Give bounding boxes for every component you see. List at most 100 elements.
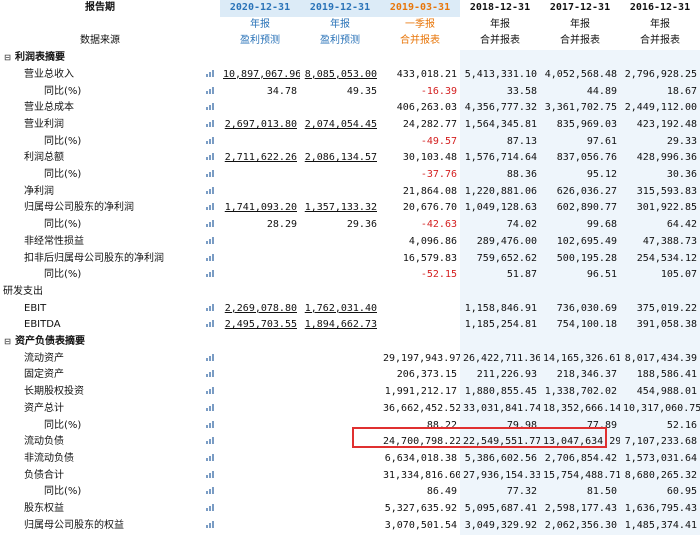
cell-value: 33,031,841.74 — [463, 402, 540, 414]
icon-cell — [200, 134, 220, 151]
row-label: 归属母公司股东的权益 — [24, 519, 124, 531]
cell-value: 315,593.83 — [636, 185, 697, 197]
value-cell — [300, 50, 380, 67]
mini-chart-icon[interactable] — [205, 202, 215, 211]
column-date-2[interactable]: 2019-03-31 — [380, 0, 460, 17]
cell-value: 2,495,703.55 — [224, 319, 297, 331]
column-date-0[interactable]: 2020-12-31 — [220, 0, 300, 17]
cell-value: 754,100.18 — [556, 319, 617, 331]
mini-chart-icon[interactable] — [205, 119, 215, 127]
cell-value: -42.63 — [420, 219, 457, 231]
row-label: 利润表摘要 — [15, 52, 65, 64]
column-period-3: 年报 — [490, 18, 510, 30]
value-cell — [220, 167, 300, 184]
mini-chart-icon[interactable] — [205, 136, 215, 144]
value-cell: -16.39 — [380, 83, 460, 101]
value-cell — [220, 100, 300, 117]
value-cell — [220, 334, 300, 351]
value-cell: 28.29 — [220, 217, 300, 234]
value-cell: 5,386,602.56 — [460, 450, 540, 468]
value-cell — [220, 384, 300, 401]
value-cell: 30.36 — [620, 167, 700, 184]
value-cell: 44.89 — [540, 83, 620, 101]
mini-chart-icon[interactable] — [205, 269, 215, 278]
mini-chart-icon[interactable] — [205, 520, 215, 528]
mini-chart-icon[interactable] — [205, 169, 215, 178]
mini-chart-icon[interactable] — [205, 486, 215, 495]
cell-value: 33.58 — [506, 85, 537, 97]
cell-value: 44.89 — [586, 85, 617, 97]
mini-chart-icon[interactable] — [205, 219, 215, 228]
value-cell — [220, 434, 300, 451]
cell-value: 835,969.03 — [556, 118, 617, 130]
cell-value: 88.36 — [506, 169, 537, 181]
value-cell: 26,422,711.36 — [460, 350, 540, 368]
table-row: 营业总成本 406,263.03 4,356,777.32 3,361,702.75 2… — [0, 100, 700, 117]
value-cell: 86.49 — [380, 484, 460, 502]
mini-chart-icon[interactable] — [205, 470, 215, 478]
value-cell: 77.89 — [540, 417, 620, 435]
table-row: 净利润 21,864.08 1,220,881.06 626,036.27 315,59… — [0, 183, 700, 201]
value-cell: 1,573,031.64 — [620, 450, 700, 468]
cell-value: -52.15 — [420, 269, 457, 281]
mini-chart-icon[interactable] — [205, 353, 215, 361]
cell-value: 81.50 — [586, 486, 617, 498]
cell-value: 626,036.27 — [556, 185, 617, 197]
mini-chart-icon[interactable] — [205, 236, 215, 244]
cell-value: 3,361,702.75 — [544, 102, 617, 114]
value-cell: 1,220,881.06 — [460, 183, 540, 201]
column-date-5[interactable]: 2016-12-31 — [620, 0, 700, 17]
mini-chart-icon[interactable] — [205, 69, 215, 77]
column-date-3[interactable]: 2018-12-31 — [460, 0, 540, 17]
row-label: 负债合计 — [24, 469, 64, 481]
cell-value: 7,107,233.68 — [624, 436, 697, 448]
row-label: 资产负债表摘要 — [15, 336, 85, 348]
cell-value: 1,573,031.64 — [624, 452, 697, 464]
collapse-toggle-icon[interactable]: ⊟ — [3, 50, 12, 67]
value-cell: 1,338,702.02 — [540, 384, 620, 401]
column-date-1[interactable]: 2019-12-31 — [300, 0, 380, 17]
value-cell: 15,754,488.71 — [540, 467, 620, 485]
collapse-toggle-icon[interactable]: ⊟ — [3, 334, 12, 351]
icon-col-spacer — [200, 17, 220, 34]
mini-chart-icon[interactable] — [205, 253, 215, 261]
column-source-0: 盈利预测 — [240, 35, 280, 47]
mini-chart-icon[interactable] — [205, 186, 215, 194]
value-cell: 99.68 — [540, 217, 620, 234]
mini-chart-icon[interactable] — [205, 319, 215, 328]
mini-chart-icon[interactable] — [205, 303, 215, 311]
value-cell: 289,476.00 — [460, 233, 540, 251]
value-cell: 96.51 — [540, 267, 620, 284]
value-cell: 315,593.83 — [620, 183, 700, 201]
value-cell — [300, 183, 380, 201]
row-label-cell: 归属母公司股东的权益 — [0, 518, 200, 535]
mini-chart-icon[interactable] — [205, 102, 215, 111]
cell-value: 18,352,666.14 — [543, 402, 620, 414]
value-cell: 88.22 — [380, 417, 460, 435]
cell-value: 60.95 — [666, 486, 697, 498]
cell-value: 1,576,714.64 — [464, 152, 537, 164]
mini-chart-icon[interactable] — [205, 369, 215, 378]
value-cell — [220, 350, 300, 368]
column-period-0: 年报 — [250, 18, 270, 30]
financial-table: 报告期 2020-12-31 2019-12-31 2019-03-31 2018-12… — [0, 0, 700, 535]
mini-chart-icon[interactable] — [205, 386, 215, 395]
mini-chart-icon[interactable] — [205, 403, 215, 411]
mini-chart-icon[interactable] — [205, 152, 215, 161]
icon-cell — [200, 184, 220, 201]
mini-chart-icon[interactable] — [205, 436, 215, 445]
row-label: 股东权益 — [24, 503, 64, 515]
mini-chart-icon[interactable] — [205, 86, 215, 94]
value-cell — [220, 183, 300, 201]
value-cell: 2,495,703.55 — [220, 317, 300, 335]
mini-chart-icon[interactable] — [205, 503, 215, 512]
value-cell: 29.36 — [300, 217, 380, 234]
cell-value: 79.98 — [506, 419, 537, 431]
value-cell: 36,662,452.52 — [380, 400, 460, 418]
cell-value: 8,017,434.39 — [624, 352, 697, 364]
mini-chart-icon[interactable] — [205, 420, 215, 428]
value-cell — [220, 283, 300, 301]
column-date-4[interactable]: 2017-12-31 — [540, 0, 620, 17]
mini-chart-icon[interactable] — [205, 453, 215, 461]
cell-value: 2,796,928.25 — [624, 68, 697, 80]
